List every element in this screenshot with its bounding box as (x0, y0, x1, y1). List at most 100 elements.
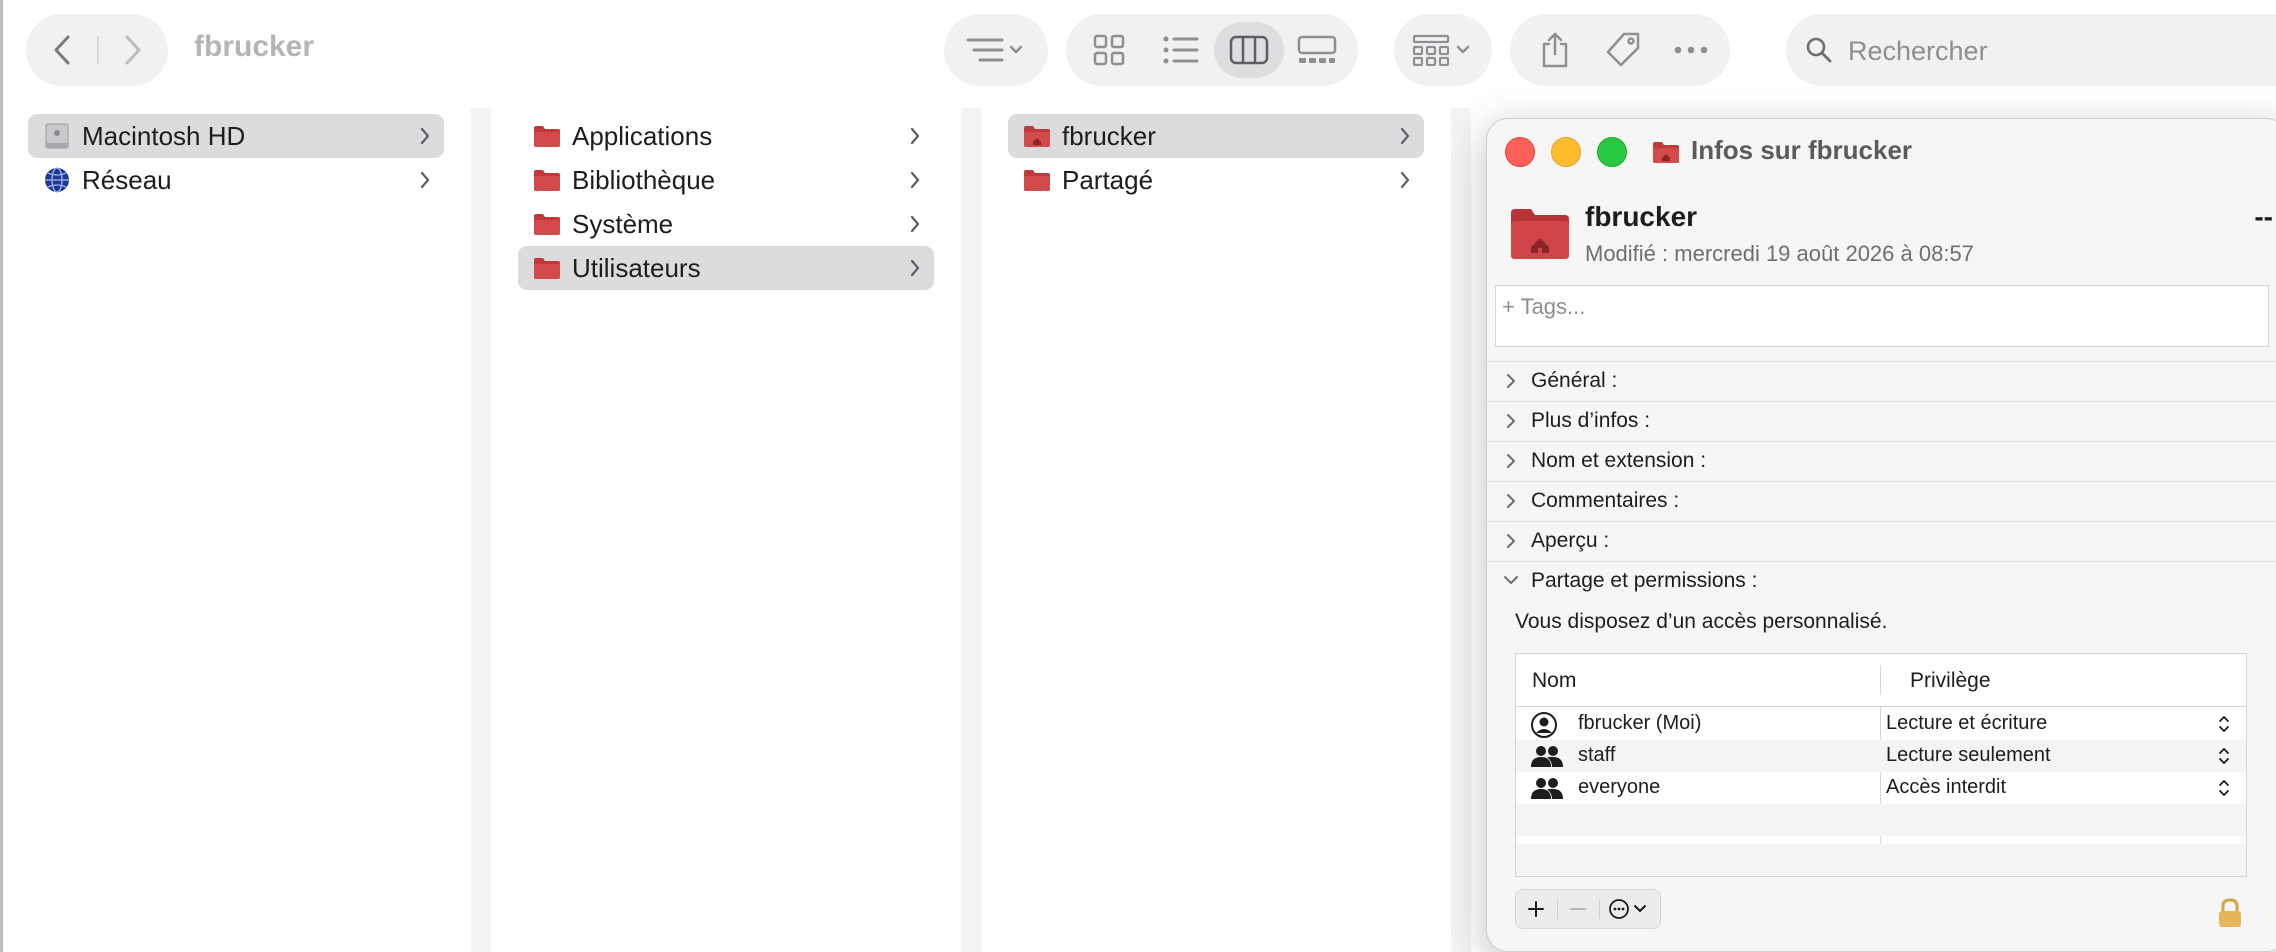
row-name: fbrucker (Moi) (1578, 712, 1702, 734)
add-user-button[interactable] (1516, 890, 1556, 928)
tags-field[interactable]: + Tags... (1495, 285, 2269, 347)
column-item-reseau[interactable]: Réseau (28, 158, 444, 202)
group-users-icon (1531, 746, 1563, 767)
action-menu-button[interactable] (1600, 890, 1660, 928)
column-divider (1880, 666, 1881, 694)
search-placeholder: Rechercher (1848, 36, 1988, 66)
network-globe-icon (45, 167, 69, 193)
stepper-icon (2219, 748, 2229, 764)
view-mode-group (1066, 14, 1358, 86)
action-group (1510, 14, 1730, 86)
section-sharing-permissions[interactable]: Partage et permissions : (1487, 561, 2276, 600)
folder-icon (534, 170, 560, 191)
privilege-select[interactable]: Lecture seulement (1886, 744, 2051, 767)
table-row-empty (1516, 804, 2246, 836)
column-divider[interactable] (1451, 108, 1471, 952)
privilege-select[interactable]: Accès interdit (1886, 776, 2006, 799)
column-item-partage[interactable]: Partagé (1008, 158, 1424, 202)
forward-button[interactable] (97, 14, 168, 86)
group-users-icon (1531, 778, 1563, 799)
view-list-button[interactable] (1156, 14, 1206, 86)
chevron-right-icon (1507, 494, 1515, 508)
finder-toolbar: fbrucker Rechercher (0, 0, 2276, 100)
stepper-icon (2219, 780, 2229, 796)
section-label: Nom et extension : (1531, 449, 1707, 472)
table-row[interactable]: everyone Accès interdit (1516, 772, 2246, 804)
section-label: Plus d’infos : (1531, 409, 1651, 432)
table-row[interactable]: fbrucker (Moi) Lecture et écriture (1516, 708, 2246, 740)
column-item-applications[interactable]: Applications (518, 114, 934, 158)
back-button[interactable] (26, 14, 97, 86)
minus-icon (1570, 908, 1586, 910)
sort-button[interactable] (944, 14, 1048, 86)
tags-placeholder: + Tags... (1502, 294, 1586, 319)
row-name: everyone (1578, 776, 1661, 798)
section-label: Partage et permissions : (1531, 569, 1758, 592)
section-preview[interactable]: Aperçu : (1487, 521, 2276, 560)
remove-user-button[interactable] (1558, 890, 1598, 928)
chevron-right-icon (1507, 454, 1515, 468)
view-gallery-button[interactable] (1292, 14, 1342, 86)
window-edge (0, 0, 3, 952)
column-item-systeme[interactable]: Système (518, 202, 934, 246)
close-button[interactable] (1505, 137, 1535, 167)
column-item-label: fbrucker (1062, 120, 1156, 151)
section-more-info[interactable]: Plus d’infos : (1487, 401, 2276, 440)
group-button[interactable] (1394, 14, 1492, 86)
privilege-select[interactable]: Lecture et écriture (1886, 712, 2047, 735)
column-header-name[interactable]: Nom (1532, 669, 1576, 693)
minimize-button[interactable] (1551, 137, 1581, 167)
column-item-label: Bibliothèque (572, 164, 716, 195)
chevron-right-icon (1507, 374, 1515, 388)
permissions-table: Nom Privilège fbrucker (Moi) Lecture et … (1515, 653, 2247, 877)
section-name-extension[interactable]: Nom et extension : (1487, 441, 2276, 480)
chevron-right-icon (1507, 414, 1515, 428)
tag-icon (1606, 32, 1640, 67)
column-item-fbrucker[interactable]: fbrucker (1008, 114, 1424, 158)
more-icon (1674, 46, 1708, 54)
item-name: fbrucker (1585, 201, 1698, 232)
chevron-right-icon (1507, 534, 1515, 548)
column-item-label: Partagé (1062, 164, 1154, 195)
home-folder-large-icon (1511, 209, 1569, 259)
more-button[interactable] (1666, 14, 1716, 86)
view-columns-button[interactable] (1224, 14, 1274, 86)
share-button[interactable] (1530, 14, 1580, 86)
section-label: Commentaires : (1531, 489, 1680, 512)
column-item-label: Utilisateurs (572, 252, 701, 283)
column-item-macintosh-hd[interactable]: Macintosh HD (28, 114, 444, 158)
view-gallery-icon (1297, 35, 1337, 63)
tag-button[interactable] (1598, 14, 1648, 86)
plus-icon (1528, 901, 1544, 917)
search-field[interactable]: Rechercher (1786, 14, 2276, 86)
navigation-group (26, 14, 168, 86)
chevron-down-icon (1504, 576, 1518, 584)
view-icons-icon (1093, 34, 1125, 66)
section-general[interactable]: Général : (1487, 361, 2276, 400)
table-row[interactable]: staff Lecture seulement (1516, 740, 2246, 772)
info-window-title: Infos sur fbrucker (1691, 135, 1913, 165)
folder-icon (534, 258, 560, 279)
user-icon (1531, 712, 1557, 738)
permissions-message: Vous disposez d’un accès personnalisé. (1515, 610, 1888, 633)
view-list-icon (1163, 36, 1199, 64)
table-header: Nom Privilège (1516, 654, 2246, 707)
column-item-utilisateurs[interactable]: Utilisateurs (518, 246, 934, 290)
zoom-button[interactable] (1597, 137, 1627, 167)
column-item-label: Macintosh HD (82, 120, 246, 151)
get-info-window: Infos sur fbrucker fbrucker -- Modifié :… (1486, 118, 2276, 952)
column-header-privilege[interactable]: Privilège (1910, 669, 1991, 693)
section-comments[interactable]: Commentaires : (1487, 481, 2276, 520)
section-label: Général : (1531, 369, 1618, 392)
section-label: Aperçu : (1531, 529, 1610, 552)
window-title: fbrucker (194, 30, 315, 63)
column-divider[interactable] (471, 108, 491, 952)
more-circle-icon (1609, 899, 1646, 919)
chevron-right-icon (910, 171, 920, 189)
chevron-right-icon (420, 171, 430, 189)
view-icons-button[interactable] (1084, 14, 1134, 86)
sort-list-icon (966, 14, 1026, 86)
column-divider[interactable] (961, 108, 981, 952)
column-item-bibliotheque[interactable]: Bibliothèque (518, 158, 934, 202)
chevron-right-icon (1400, 127, 1410, 145)
